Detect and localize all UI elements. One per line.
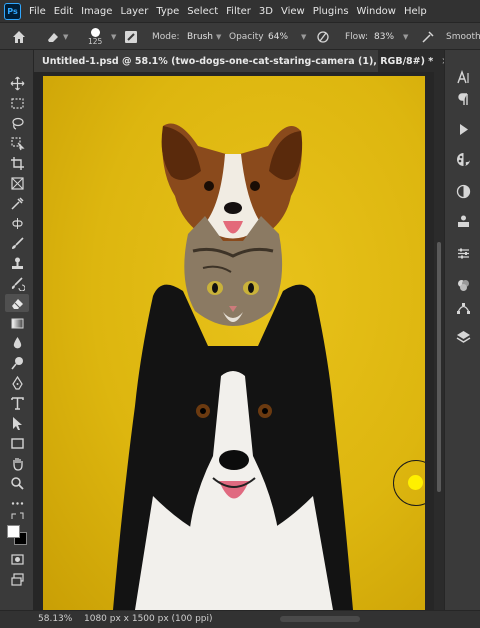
document-tab-bar: Untitled-1.psd @ 58.1% (two-dogs-one-cat…	[34, 50, 449, 72]
menu-view[interactable]: View	[281, 6, 305, 17]
photoshop-logo[interactable]: Ps	[4, 2, 21, 20]
brush-size-picker[interactable]: 125	[88, 23, 102, 51]
menu-3d[interactable]: 3D	[259, 6, 273, 17]
options-bar: ▼ 125 ▼ Mode: Brush ▼ Opacity: 64% ▼ Flo…	[0, 22, 480, 50]
flow-label: Flow:	[345, 32, 369, 42]
adjustments-icon[interactable]	[454, 182, 472, 200]
paragraph-icon[interactable]	[454, 90, 472, 108]
gradient-icon[interactable]	[5, 314, 29, 332]
pressure-opacity-icon[interactable]	[316, 23, 330, 51]
bottom-dog-image	[113, 284, 353, 610]
menu-type[interactable]: Type	[156, 6, 179, 17]
tools-panel	[0, 50, 34, 610]
document-canvas[interactable]	[43, 76, 425, 610]
crop-icon[interactable]	[5, 154, 29, 172]
history-brush-icon[interactable]	[5, 274, 29, 292]
properties-icon[interactable]	[454, 244, 472, 262]
document-tab-title: Untitled-1.psd @ 58.1% (two-dogs-one-cat…	[42, 55, 434, 67]
lasso-icon[interactable]	[5, 114, 29, 132]
status-bar: 58.13% 1080 px x 1500 px (100 ppi)	[0, 610, 480, 628]
brush-tip-icon	[90, 28, 100, 37]
stamp-icon[interactable]	[5, 254, 29, 272]
chevron-down-icon: ▼	[63, 33, 69, 41]
opacity-chevron[interactable]: ▼	[298, 23, 306, 51]
blur-icon[interactable]	[5, 334, 29, 352]
chevron-down-icon: ▼	[215, 33, 222, 41]
rectangle-icon[interactable]	[5, 434, 29, 452]
smoothing-label: Smoothi	[446, 32, 480, 42]
top-dog-image	[161, 123, 303, 248]
eyedropper-icon[interactable]	[5, 194, 29, 212]
menu-help[interactable]: Help	[404, 6, 427, 17]
menu-edit[interactable]: Edit	[54, 6, 73, 17]
dodge-icon[interactable]	[5, 354, 29, 372]
swap-colors-icon[interactable]	[5, 510, 29, 522]
opacity-input[interactable]: 64%	[264, 29, 298, 45]
path-select-icon[interactable]	[5, 414, 29, 432]
airbrush-icon[interactable]	[421, 23, 435, 51]
object-select-icon[interactable]	[5, 134, 29, 152]
canvas-area[interactable]	[34, 72, 434, 610]
eraser-preset-picker[interactable]: ▼	[46, 23, 68, 51]
flow-chevron[interactable]: ▼	[400, 23, 408, 51]
zoom-icon[interactable]	[5, 474, 29, 492]
libraries-icon[interactable]	[454, 212, 472, 230]
channels-icon[interactable]	[454, 276, 472, 294]
menu-window[interactable]: Window	[357, 6, 396, 17]
mode-value: Brush	[187, 32, 213, 42]
zoom-level[interactable]: 58.13%	[38, 614, 72, 624]
document-info: 1080 px x 1500 px (100 ppi)	[84, 614, 213, 624]
menu-layer[interactable]: Layer	[120, 6, 148, 17]
move-icon[interactable]	[5, 74, 29, 92]
mode-select[interactable]: Brush ▼	[183, 29, 235, 45]
foreground-color-swatch[interactable]	[7, 525, 20, 538]
layers-icon[interactable]	[454, 328, 472, 346]
menu-file[interactable]: File	[29, 6, 46, 17]
type-icon[interactable]	[5, 394, 29, 412]
brush-settings-icon[interactable]	[124, 23, 138, 51]
menu-plugins[interactable]: Plugins	[313, 6, 349, 17]
brush-cursor-dot	[408, 475, 423, 490]
eraser-icon[interactable]	[5, 294, 29, 312]
healing-icon[interactable]	[5, 214, 29, 232]
pen-icon[interactable]	[5, 374, 29, 392]
brush-icon[interactable]	[5, 234, 29, 252]
actions-icon[interactable]	[454, 120, 472, 138]
panel-dock	[444, 50, 480, 610]
character-icon[interactable]	[454, 68, 472, 86]
color-swatches[interactable]	[6, 524, 30, 546]
menu-filter[interactable]: Filter	[226, 6, 251, 17]
marquee-icon[interactable]	[5, 94, 29, 112]
opacity-label: Opacity:	[229, 32, 266, 42]
screen-mode-icon[interactable]	[5, 570, 29, 588]
mode-label: Mode:	[152, 32, 180, 42]
menu-select[interactable]: Select	[187, 6, 218, 17]
menu-image[interactable]: Image	[81, 6, 112, 17]
chevron-down-icon[interactable]: ▼	[108, 23, 116, 51]
color-icon[interactable]	[454, 150, 472, 168]
paths-icon[interactable]	[454, 298, 472, 316]
brush-size-value: 125	[88, 37, 103, 46]
frame-icon[interactable]	[5, 174, 29, 192]
vertical-scrollbar[interactable]	[434, 72, 444, 610]
pets-photo	[113, 123, 353, 610]
home-icon[interactable]	[12, 23, 26, 51]
flow-input[interactable]: 83%	[370, 29, 400, 45]
hand-icon[interactable]	[5, 454, 29, 472]
menu-bar: Ps File Edit Image Layer Type Select Fil…	[0, 0, 480, 22]
document-tab[interactable]: Untitled-1.psd @ 58.1% (two-dogs-one-cat…	[34, 50, 449, 72]
quick-mask-icon[interactable]	[5, 550, 29, 568]
eraser-icon	[48, 33, 58, 42]
scrollbar-thumb[interactable]	[437, 242, 441, 492]
horizontal-scrollbar[interactable]	[280, 616, 360, 622]
